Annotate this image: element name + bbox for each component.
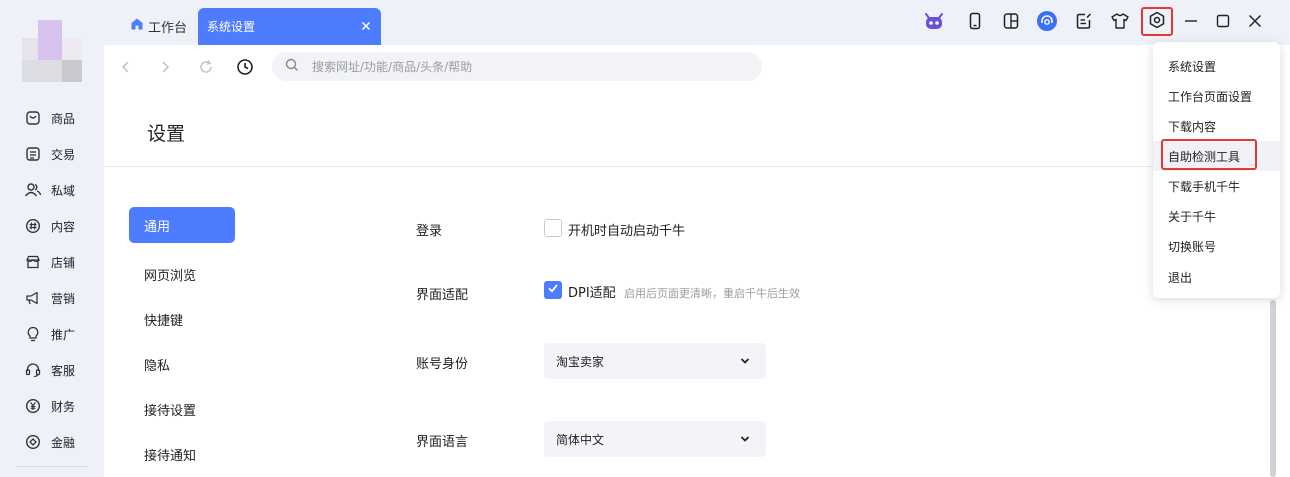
sidebar-item-label: 商品 <box>51 111 76 126</box>
language-label: 界面语言 <box>416 435 469 450</box>
close-window-icon[interactable] <box>1243 9 1267 33</box>
robot-icon[interactable] <box>922 9 946 33</box>
sidebar-item-label: 金融 <box>51 435 76 450</box>
menu-item-logout[interactable]: 退出 <box>1153 262 1280 292</box>
edit-list-icon[interactable] <box>1072 9 1096 33</box>
title-bar: 工作台 系统设置 <box>104 0 1290 45</box>
subnav-browsing[interactable]: 网页浏览 <box>129 252 235 297</box>
subnav-privacy[interactable]: 隐私 <box>129 342 235 387</box>
order-icon <box>24 145 42 163</box>
tshirt-icon[interactable] <box>1108 9 1132 33</box>
sidebar-item-label: 客服 <box>51 363 76 378</box>
minimize-icon[interactable] <box>1179 9 1203 33</box>
language-value: 简体中文 <box>556 432 605 447</box>
sidebar-item-goods[interactable]: 商品 <box>0 100 104 136</box>
subnav-shortcuts[interactable]: 快捷键 <box>129 297 235 342</box>
avatar[interactable] <box>22 20 82 84</box>
check-icon <box>547 282 559 298</box>
tab-workbench[interactable]: 工作台 <box>130 10 187 42</box>
back-icon[interactable] <box>116 57 136 77</box>
search-input[interactable] <box>312 59 732 74</box>
settings-icon <box>1148 11 1166 33</box>
settings-subnav: 通用 网页浏览 快捷键 隐私 接待设置 接待通知 <box>129 207 235 477</box>
store-icon <box>24 253 42 271</box>
menu-item-system-settings[interactable]: 系统设置 <box>1153 51 1280 81</box>
search-icon <box>285 58 299 76</box>
chevron-down-icon <box>738 432 752 446</box>
goods-icon <box>24 109 42 127</box>
sidebar-item-promotion[interactable]: 推广 <box>0 316 104 352</box>
menu-item-download-mobile[interactable]: 下载手机千牛 <box>1153 171 1280 201</box>
menu-item-self-check-tool[interactable]: 自助检测工具 <box>1153 141 1280 171</box>
sidebar-item-banking[interactable]: 金融 <box>0 424 104 460</box>
notebook-icon[interactable] <box>999 9 1023 33</box>
auto-start-label: 开机时自动启动千牛 <box>568 224 686 239</box>
sidebar-item-content[interactable]: 内容 <box>0 208 104 244</box>
search-bar <box>272 52 762 81</box>
refresh-icon[interactable] <box>196 57 216 77</box>
phone-icon[interactable] <box>963 9 987 33</box>
headset-circle-icon[interactable] <box>1035 9 1059 33</box>
dpi-hint: 启用后页面更清晰，重启千牛后生效 <box>624 287 800 300</box>
sidebar-item-label: 内容 <box>51 219 76 234</box>
sidebar-item-finance[interactable]: 财务 <box>0 388 104 424</box>
chevron-down-icon <box>738 354 752 368</box>
tab-system-settings[interactable]: 系统设置 <box>198 8 381 45</box>
sidebar-nav: 商品 交易 私域 内容 店铺 营销 推广 客服 财务 金融 <box>0 100 104 460</box>
address-bar <box>104 45 1290 88</box>
sidebar-item-service[interactable]: 客服 <box>0 352 104 388</box>
headset-icon <box>24 361 42 379</box>
forward-icon[interactable] <box>155 57 175 77</box>
menu-item-about[interactable]: 关于千牛 <box>1153 201 1280 231</box>
menu-item-switch-account[interactable]: 切换账号 <box>1153 231 1280 261</box>
scrollbar[interactable] <box>1270 300 1276 477</box>
menu-item-downloads[interactable]: 下载内容 <box>1153 111 1280 141</box>
tab-label: 系统设置 <box>207 20 256 34</box>
tab-label: 工作台 <box>148 20 188 36</box>
subnav-general[interactable]: 通用 <box>129 207 235 243</box>
sidebar-item-label: 推广 <box>51 327 76 342</box>
history-icon[interactable] <box>235 57 255 77</box>
sidebar-item-trade[interactable]: 交易 <box>0 136 104 172</box>
subnav-reception-settings[interactable]: 接待设置 <box>129 387 235 432</box>
dpi-label: DPI适配 <box>568 286 616 301</box>
finance-icon <box>24 433 42 451</box>
users-icon <box>24 181 42 199</box>
divider <box>104 166 1264 167</box>
menu-item-workbench-settings[interactable]: 工作台页面设置 <box>1153 81 1280 111</box>
sidebar-item-label: 交易 <box>51 147 76 162</box>
account-select[interactable]: 淘宝卖家 <box>544 343 766 379</box>
language-select[interactable]: 简体中文 <box>544 421 766 457</box>
left-sidebar: 商品 交易 私域 内容 店铺 营销 推广 客服 财务 金融 <box>0 0 104 477</box>
page-title: 设置 <box>147 123 186 145</box>
sidebar-item-label: 财务 <box>51 399 76 414</box>
close-tab-icon[interactable] <box>359 19 373 33</box>
sidebar-item-store[interactable]: 店铺 <box>0 244 104 280</box>
settings-button[interactable] <box>1141 7 1173 36</box>
subnav-reception-notify[interactable]: 接待通知 <box>129 432 235 477</box>
login-label: 登录 <box>416 224 443 239</box>
yuan-icon <box>24 397 42 415</box>
settings-page: 设置 通用 网页浏览 快捷键 隐私 接待设置 接待通知 登录 开机时自动启动千牛… <box>104 88 1290 477</box>
maximize-icon[interactable] <box>1211 9 1235 33</box>
sidebar-item-label: 私域 <box>51 183 76 198</box>
hashtag-icon <box>24 217 42 235</box>
dpi-checkbox[interactable] <box>544 281 562 299</box>
lightbulb-icon <box>24 325 42 343</box>
settings-dropdown-menu: 系统设置 工作台页面设置 下载内容 自助检测工具 下载手机千牛 关于千牛 切换账… <box>1153 42 1280 298</box>
sidebar-item-marketing[interactable]: 营销 <box>0 280 104 316</box>
sidebar-item-label: 店铺 <box>51 255 76 270</box>
sidebar-item-label: 营销 <box>51 291 76 306</box>
account-label: 账号身份 <box>416 357 469 372</box>
home-icon <box>130 17 144 35</box>
sidebar-item-private[interactable]: 私域 <box>0 172 104 208</box>
sidebar-divider <box>16 466 88 467</box>
megaphone-icon <box>24 289 42 307</box>
account-value: 淘宝卖家 <box>556 354 605 369</box>
auto-start-checkbox[interactable] <box>544 219 562 237</box>
display-label: 界面适配 <box>416 288 469 303</box>
